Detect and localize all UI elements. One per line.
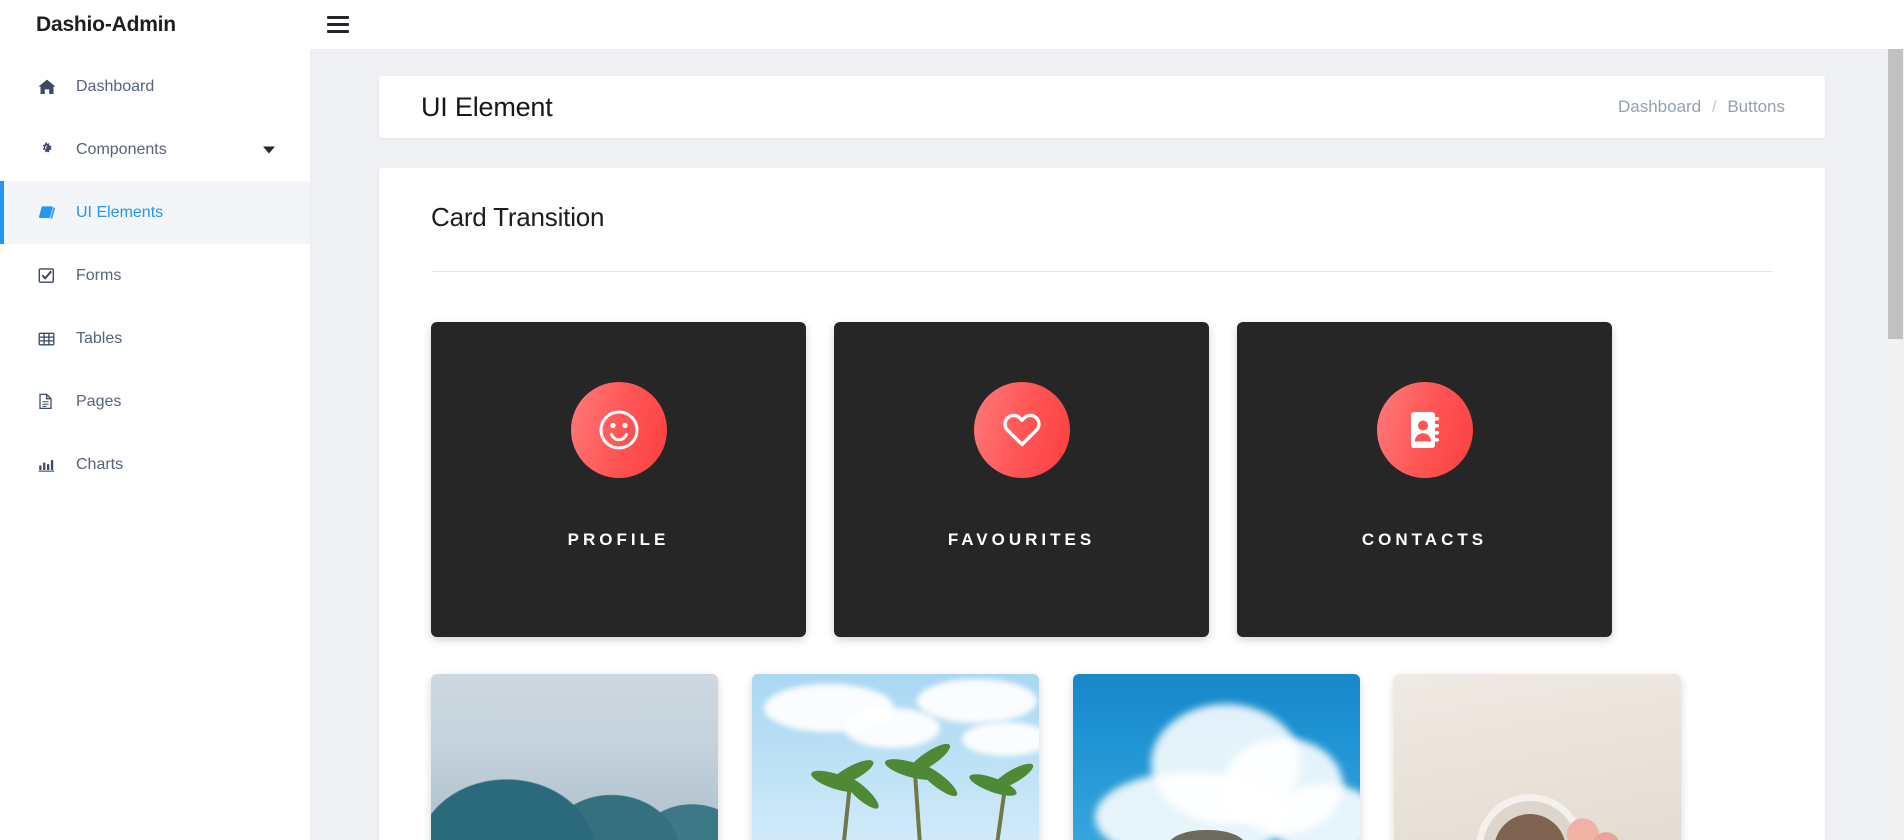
breadcrumb: Dashboard / Buttons — [1618, 97, 1785, 117]
home-icon — [38, 79, 68, 95]
breadcrumb-current: Buttons — [1727, 97, 1785, 116]
sidebar-item-pages[interactable]: Pages — [0, 370, 310, 433]
top-bar: Dashio-Admin — [0, 0, 1904, 49]
tile-badge — [1376, 382, 1473, 478]
sidebar-item-ui-elements[interactable]: UI Elements — [0, 181, 310, 244]
table-icon — [38, 331, 68, 347]
breadcrumb-root[interactable]: Dashboard — [1618, 97, 1701, 116]
sidebar: Dashboard Components UI Elements Forms T… — [0, 49, 311, 840]
app-root: Dashio-Admin Dashboard Components UI Ele… — [0, 0, 1904, 840]
hamburger-bar — [327, 23, 349, 26]
sidebar-item-charts[interactable]: Charts — [0, 433, 310, 496]
photo-peaks — [431, 742, 718, 840]
tile-label: CONTACTS — [1361, 530, 1488, 549]
sidebar-item-label: Forms — [76, 266, 122, 284]
checkbox-icon — [38, 267, 68, 284]
sidebar-item-label: Dashboard — [76, 77, 155, 95]
sidebar-item-label: Charts — [76, 455, 124, 473]
ocean-wave-photo[interactable] — [1073, 674, 1360, 840]
page-header-card: UI Element Dashboard / Buttons — [379, 76, 1825, 138]
heart-icon — [996, 404, 1048, 456]
hamburger-bar — [327, 16, 349, 19]
sidebar-item-dashboard[interactable]: Dashboard — [0, 55, 310, 118]
breadcrumb-separator: / — [1711, 97, 1717, 116]
bar-chart-icon — [38, 457, 68, 473]
coffee-cup-photo[interactable] — [1394, 674, 1681, 840]
photo-cloud — [844, 708, 940, 748]
photo-thumbnails — [405, 637, 1799, 840]
tile-badge — [973, 382, 1070, 478]
page-scrollbar-track[interactable] — [1887, 49, 1904, 840]
tile-label: FAVOURITES — [947, 530, 1096, 549]
mountain-photo[interactable] — [431, 674, 718, 840]
transition-tiles: PROFILE FAVOURITES CONTACTS — [405, 272, 1799, 637]
tile-favourites[interactable]: FAVOURITES — [834, 322, 1209, 637]
tile-label: PROFILE — [567, 530, 670, 549]
card-transition-panel: Card Transition PROFILE FAVOURITES CONTA… — [379, 168, 1825, 840]
photo-cloud — [917, 679, 1037, 723]
smiley-face-icon — [593, 404, 645, 456]
sidebar-item-tables[interactable]: Tables — [0, 307, 310, 370]
sidebar-item-label: Pages — [76, 392, 122, 410]
palm-trees-photo[interactable] — [752, 674, 1039, 840]
main-content: UI Element Dashboard / Buttons Card Tran… — [311, 49, 1893, 840]
chevron-down-icon[interactable] — [263, 146, 275, 153]
hamburger-icon[interactable] — [327, 12, 353, 38]
section-title: Card Transition — [431, 202, 605, 232]
sidebar-item-label: Components — [76, 140, 167, 158]
tile-contacts[interactable]: CONTACTS — [1237, 322, 1612, 637]
file-icon — [38, 393, 68, 410]
sidebar-item-label: UI Elements — [76, 203, 164, 221]
gears-icon — [38, 141, 68, 158]
page-scrollbar-thumb[interactable] — [1888, 49, 1903, 339]
hamburger-bar — [327, 30, 349, 33]
sidebar-item-forms[interactable]: Forms — [0, 244, 310, 307]
book-icon — [38, 205, 68, 221]
page-title: UI Element — [421, 91, 553, 122]
sidebar-item-components[interactable]: Components — [0, 118, 310, 181]
address-book-icon — [1400, 405, 1450, 455]
sidebar-item-label: Tables — [76, 329, 123, 347]
tile-profile[interactable]: PROFILE — [431, 322, 806, 637]
tile-badge — [570, 382, 667, 478]
brand-title: Dashio-Admin — [36, 12, 176, 36]
